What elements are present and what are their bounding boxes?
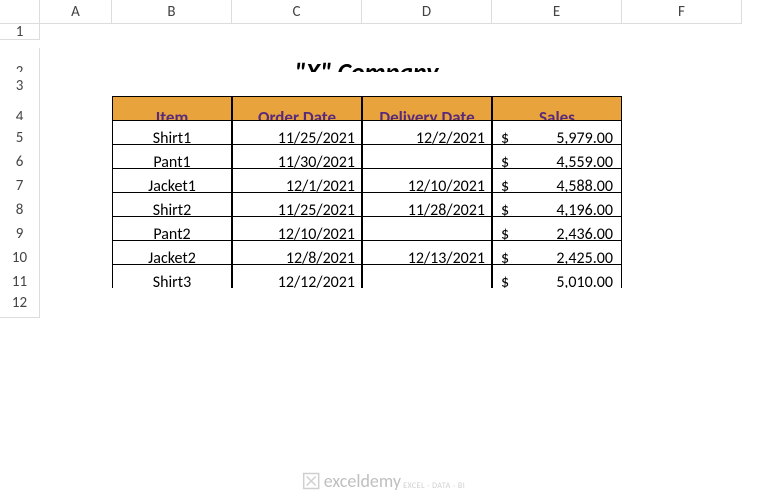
corner-cell — [0, 0, 40, 24]
cell-c12[interactable] — [232, 288, 362, 318]
col-header-b[interactable]: B — [112, 0, 232, 24]
row-header-12[interactable]: 12 — [0, 288, 40, 318]
cell-e12[interactable] — [492, 288, 622, 318]
cell-a1[interactable] — [40, 24, 112, 40]
cell-b1[interactable] — [112, 24, 232, 40]
col-header-f[interactable]: F — [622, 0, 742, 24]
watermark-text: exceldemy — [324, 470, 401, 492]
watermark-icon — [302, 472, 320, 490]
col-header-e[interactable]: E — [492, 0, 622, 24]
row-header-1[interactable]: 1 — [0, 24, 40, 40]
col-header-a[interactable]: A — [40, 0, 112, 24]
cell-d1[interactable] — [362, 24, 492, 40]
watermark-sub: EXCEL · DATA · BI — [403, 481, 465, 491]
col-header-c[interactable]: C — [232, 0, 362, 24]
col-header-d[interactable]: D — [362, 0, 492, 24]
cell-d12[interactable] — [362, 288, 492, 318]
cell-f1[interactable] — [622, 24, 742, 40]
watermark: exceldemy EXCEL · DATA · BI — [302, 470, 466, 492]
cell-b12[interactable] — [112, 288, 232, 318]
cell-c1[interactable] — [232, 24, 362, 40]
cell-e1[interactable] — [492, 24, 622, 40]
cell-f12[interactable] — [622, 288, 742, 318]
cell-a12[interactable] — [40, 288, 112, 318]
spreadsheet-grid: A B C D E F 1 2 "X" Company 3 4 Item Ord… — [0, 0, 767, 312]
